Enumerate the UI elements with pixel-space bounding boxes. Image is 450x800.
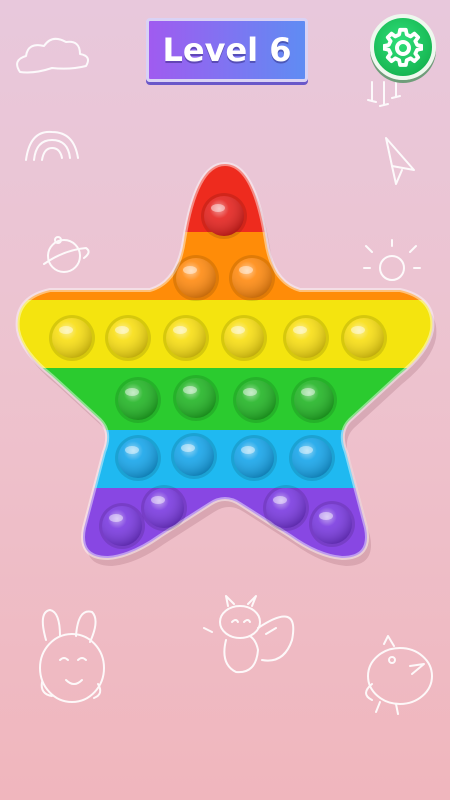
pop-bubble[interactable] (341, 315, 387, 361)
pop-bubble[interactable] (49, 315, 95, 361)
pop-bubble[interactable] (263, 485, 309, 531)
pop-bubble[interactable] (291, 377, 337, 423)
pop-bubble[interactable] (201, 193, 247, 239)
pop-bubble[interactable] (99, 503, 145, 549)
pop-bubble[interactable] (309, 501, 355, 547)
pop-it-star-board (15, 161, 437, 566)
pop-bubble[interactable] (231, 435, 277, 481)
pop-bubble[interactable] (115, 435, 161, 481)
pop-bubble[interactable] (173, 375, 219, 421)
pop-bubble[interactable] (171, 433, 217, 479)
pop-bubble[interactable] (115, 377, 161, 423)
pop-bubble[interactable] (221, 315, 267, 361)
pop-bubble[interactable] (163, 315, 209, 361)
pop-bubble[interactable] (233, 377, 279, 423)
pop-bubble[interactable] (105, 315, 151, 361)
pop-bubble[interactable] (283, 315, 329, 361)
pop-bubble[interactable] (141, 485, 187, 531)
pop-bubble[interactable] (289, 435, 335, 481)
pop-bubble[interactable] (229, 255, 275, 301)
stripe (17, 430, 433, 488)
pop-bubble[interactable] (173, 255, 219, 301)
